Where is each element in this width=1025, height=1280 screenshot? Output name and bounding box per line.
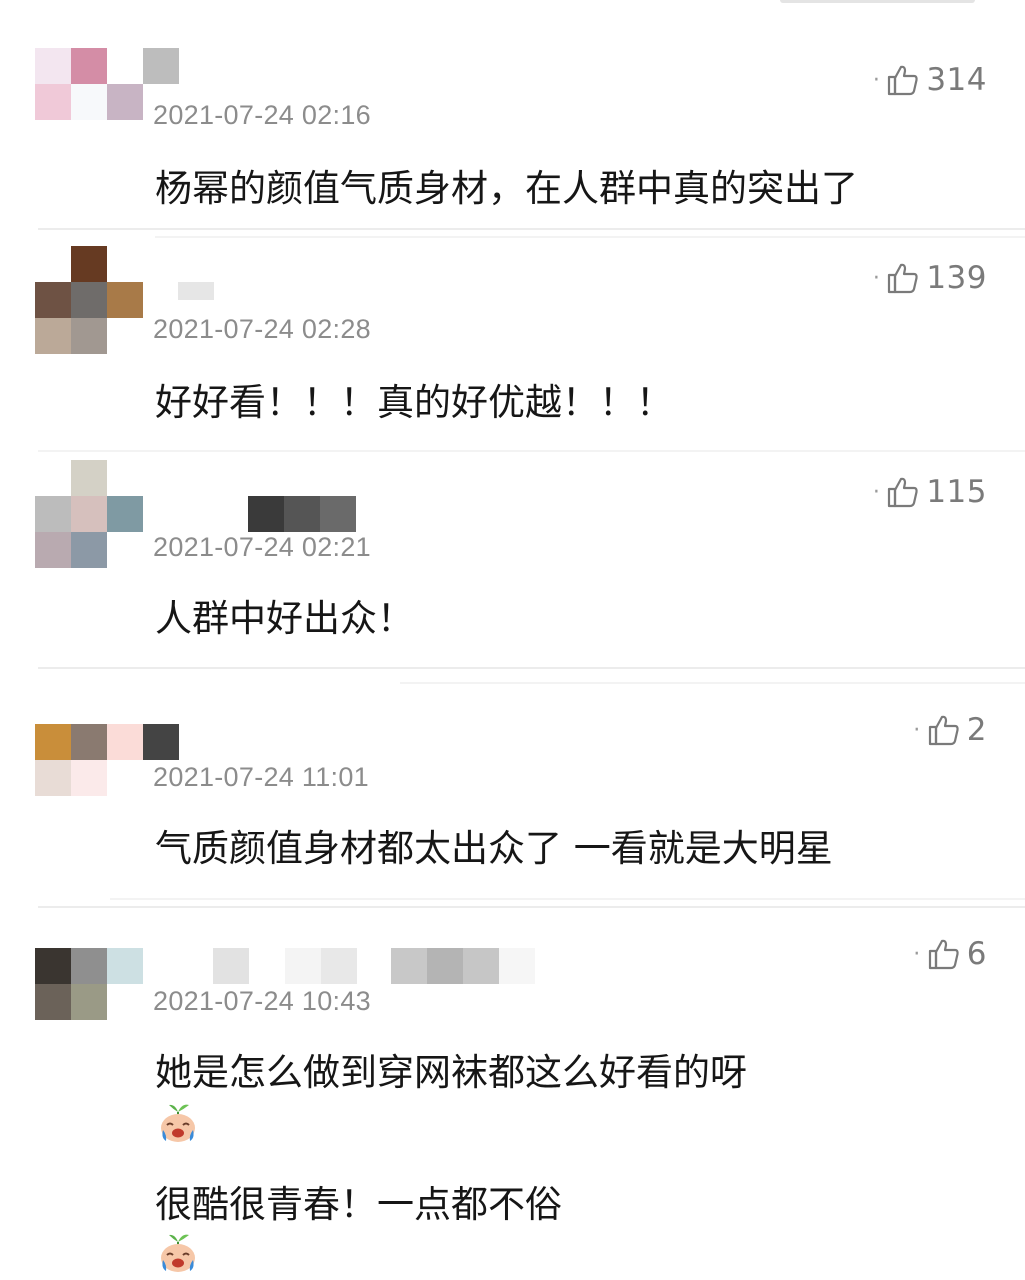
divider	[38, 228, 1025, 230]
thumbs-up-icon	[927, 937, 961, 971]
like-button[interactable]: · 115	[873, 474, 987, 510]
comment-timestamp: 2021-07-24 02:16	[153, 100, 371, 130]
divider	[400, 682, 1025, 684]
divider	[38, 450, 1025, 452]
avatar[interactable]	[35, 460, 143, 568]
thumbs-up-icon	[886, 475, 920, 509]
comment-timestamp: 2021-07-24 02:28	[153, 314, 371, 344]
crying-sprout-emoji-icon	[155, 1230, 201, 1276]
like-count: 115	[926, 474, 987, 510]
thumbs-up-icon	[886, 261, 920, 295]
like-dot: ·	[872, 479, 881, 505]
like-dot: ·	[872, 265, 881, 291]
like-count: 314	[926, 62, 987, 98]
like-button[interactable]: · 139	[873, 260, 987, 296]
like-count: 139	[926, 260, 987, 296]
like-count: 2	[966, 712, 987, 748]
like-count: 6	[966, 936, 987, 972]
comment-text: 很酷很青春！一点都不俗	[155, 1183, 562, 1226]
thumbs-up-icon	[886, 63, 920, 97]
like-button[interactable]: · 2	[913, 712, 987, 748]
scroll-edge-bar	[780, 0, 975, 3]
comment-text: 气质颜值身材都太出众了 一看就是大明星	[155, 827, 833, 870]
comment-text: 人群中好出众！	[155, 597, 414, 640]
comment-text: 她是怎么做到穿网袜都这么好看的呀	[155, 1051, 747, 1094]
like-dot: ·	[872, 67, 881, 93]
comment-text: 好好看！！！真的好优越！！！	[155, 381, 673, 424]
crying-sprout-emoji-icon	[155, 1100, 201, 1146]
comment-text: 杨幂的颜值气质身材，在人群中真的突出了	[155, 167, 858, 210]
divider	[155, 236, 1025, 238]
divider	[110, 898, 1025, 900]
comment-timestamp: 2021-07-24 02:21	[153, 532, 371, 562]
avatar[interactable]	[35, 688, 143, 796]
comment-timestamp: 2021-07-24 11:01	[153, 762, 369, 792]
divider	[38, 667, 1025, 669]
avatar[interactable]	[35, 912, 143, 1020]
like-button[interactable]: · 314	[873, 62, 987, 98]
divider	[38, 906, 1025, 908]
avatar[interactable]	[35, 246, 143, 354]
like-button[interactable]: · 6	[913, 936, 987, 972]
avatar[interactable]	[35, 48, 143, 156]
comment-timestamp: 2021-07-24 10:43	[153, 986, 371, 1016]
like-dot: ·	[913, 717, 921, 743]
thumbs-up-icon	[927, 713, 961, 747]
like-dot: ·	[913, 941, 921, 967]
